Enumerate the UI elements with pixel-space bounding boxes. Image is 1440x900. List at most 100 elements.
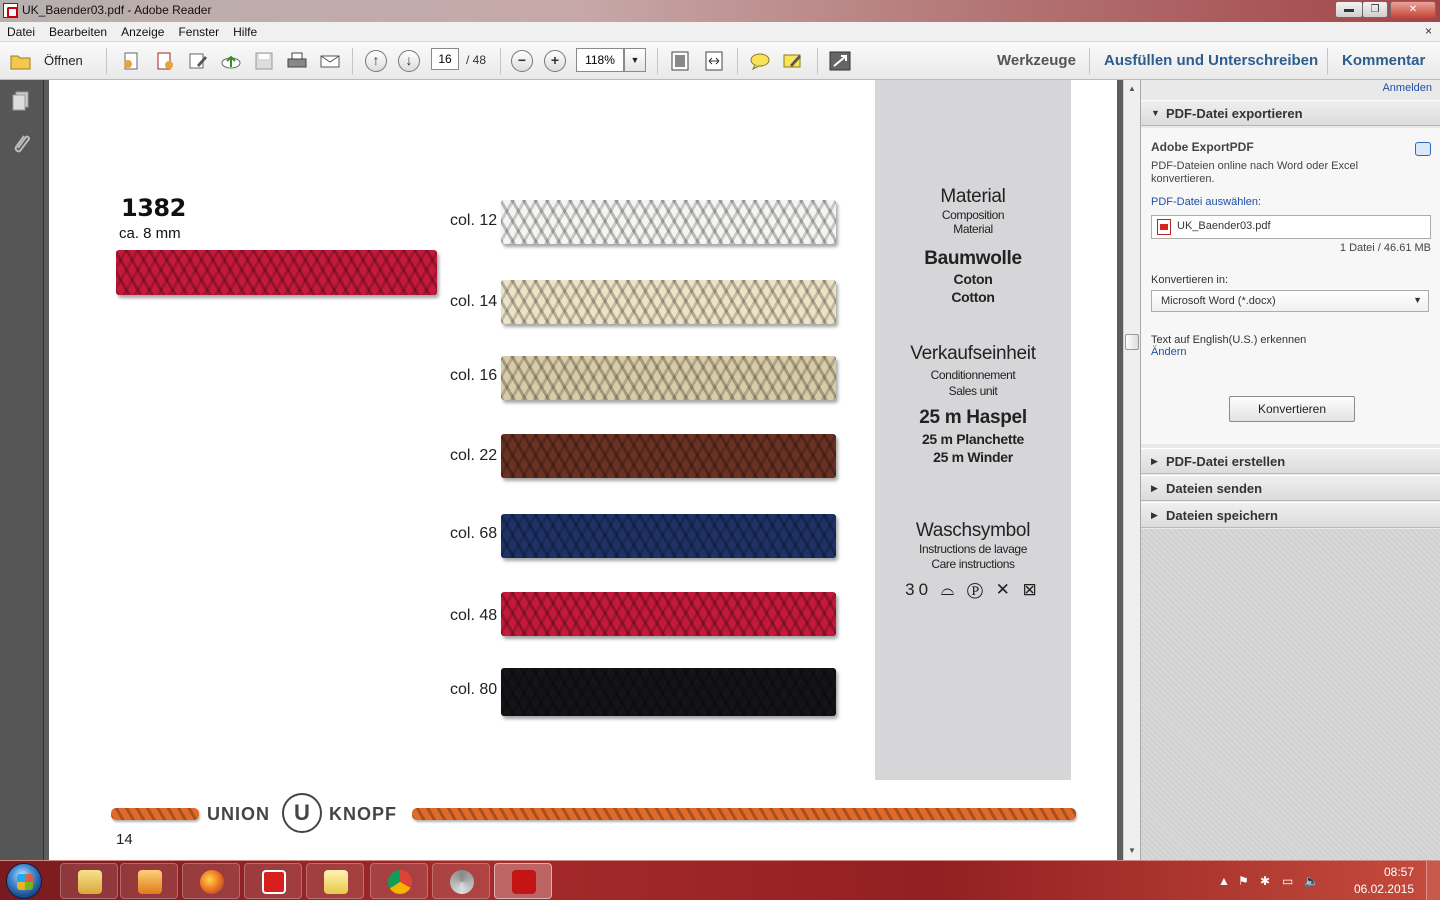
cord-sample-col-16: [501, 356, 836, 400]
adobe-reader-icon: [3, 3, 18, 18]
attachments-paperclip-icon[interactable]: [10, 132, 32, 156]
combine-files-icon[interactable]: [154, 51, 176, 71]
selected-file-box[interactable]: UK_Baender03.pdf: [1151, 215, 1431, 239]
scroll-up-arrow-icon[interactable]: ▲: [1128, 84, 1136, 93]
convert-to-label: Konvertieren in:: [1151, 274, 1229, 286]
save-files-section-header[interactable]: ▶ Dateien speichern: [1141, 502, 1440, 528]
close-button[interactable]: ✕: [1390, 1, 1436, 18]
wash-symbol-subtitle-fr: Instructions de lavage: [919, 542, 1027, 556]
taskbar-media-player[interactable]: [120, 863, 178, 899]
cord-sample-col-48: [501, 592, 836, 636]
fullscreen-icon[interactable]: [829, 51, 851, 71]
cord-sample-col-12: [501, 200, 836, 244]
menu-anzeige[interactable]: Anzeige: [114, 22, 171, 39]
send-files-section-title: Dateien senden: [1166, 481, 1263, 496]
upload-cloud-icon[interactable]: [220, 51, 242, 71]
swirl-app-icon: [450, 870, 474, 894]
taskbar-chrome[interactable]: [370, 863, 428, 899]
network-icon[interactable]: ▭: [1282, 874, 1293, 888]
create-pdf-icon[interactable]: [120, 51, 142, 71]
maximize-button[interactable]: ❐: [1362, 1, 1388, 18]
taskbar-explorer[interactable]: [60, 863, 118, 899]
product-size: ca. 8 mm: [119, 225, 181, 242]
edit-document-icon[interactable]: [187, 51, 209, 71]
toolbar-separator: [1089, 48, 1090, 74]
ocr-language-text: Text auf English(U.S.) erkennen: [1151, 334, 1307, 346]
taskbar-adobe-reader[interactable]: [494, 863, 552, 899]
footer-cord-right: [412, 808, 1076, 820]
footer-cord-left: [111, 808, 199, 820]
sticky-note-icon: [324, 870, 348, 894]
send-files-section-header[interactable]: ▶ Dateien senden: [1141, 475, 1440, 501]
print-icon[interactable]: [286, 51, 308, 71]
pdf-page: 1382 ca. 8 mm col. 12 col. 14 col. 16 co…: [49, 80, 1117, 860]
zoom-input[interactable]: [576, 48, 624, 72]
action-center-flag-icon[interactable]: ⚑: [1238, 874, 1249, 888]
cord-sample-col-80: [501, 668, 836, 716]
taskbar-app-swirl[interactable]: [432, 863, 490, 899]
export-pdf-section-header[interactable]: ▼ PDF-Datei exportieren: [1141, 100, 1440, 126]
brand-union: UNION: [207, 804, 270, 824]
taskbar-firefox[interactable]: [182, 863, 240, 899]
menu-hilfe[interactable]: Hilfe: [226, 22, 264, 39]
fill-sign-tab[interactable]: Ausfüllen und Unterschreiben: [1104, 52, 1318, 69]
open-button[interactable]: Öffnen: [44, 53, 83, 68]
minimize-button[interactable]: ▬: [1335, 1, 1363, 18]
material-value-en: Cotton: [951, 289, 995, 305]
change-language-link[interactable]: Ändern: [1151, 346, 1186, 358]
material-subtitle-en: Material: [953, 222, 993, 236]
zoom-out-button[interactable]: −: [511, 50, 533, 72]
volume-icon[interactable]: 🔈: [1304, 874, 1319, 888]
toolbar-separator: [737, 48, 738, 74]
cord-sample-col-14: [501, 280, 836, 324]
clock-time[interactable]: 08:57: [1384, 865, 1414, 879]
create-pdf-section-header[interactable]: ▶ PDF-Datei erstellen: [1141, 448, 1440, 474]
toolbar-separator: [657, 48, 658, 74]
close-document-button[interactable]: ×: [1425, 24, 1432, 38]
document-scrollbar[interactable]: ▲ ▼: [1123, 80, 1140, 860]
firefox-icon: [200, 870, 224, 894]
color-label-12: col. 12: [450, 212, 498, 229]
email-icon[interactable]: [319, 51, 341, 71]
toolbar: Öffnen ↑ ↓ / 48 − + ▼ Werkzeuge Ausfülle…: [0, 42, 1440, 80]
start-button[interactable]: [6, 863, 42, 899]
fit-width-icon[interactable]: [703, 51, 725, 71]
open-folder-icon[interactable]: [10, 51, 32, 71]
page-number-input[interactable]: [431, 48, 459, 70]
previous-page-button[interactable]: ↑: [365, 50, 387, 72]
brand-logo: U: [282, 793, 322, 833]
file-explorer-icon: [78, 870, 102, 894]
clock-date[interactable]: 06.02.2015: [1354, 882, 1414, 896]
menu-bearbeiten[interactable]: Bearbeiten: [42, 22, 114, 39]
sales-unit-value-en: 25 m Winder: [933, 449, 1013, 465]
sales-unit-subtitle-en: Sales unit: [948, 384, 998, 398]
task-pane-empty-area: [1141, 529, 1440, 860]
comment-tab[interactable]: Kommentar: [1342, 52, 1425, 69]
next-page-button[interactable]: ↓: [398, 50, 420, 72]
fit-page-icon[interactable]: [669, 51, 691, 71]
scrollbar-thumb[interactable]: [1125, 334, 1139, 350]
show-hidden-icons-icon[interactable]: ▲: [1218, 874, 1230, 888]
toolbar-separator: [106, 48, 107, 74]
highlight-text-icon[interactable]: [782, 51, 804, 71]
convert-button[interactable]: Konvertieren: [1229, 396, 1355, 422]
save-icon[interactable]: [253, 51, 275, 71]
sign-in-link[interactable]: Anmelden: [1382, 82, 1432, 94]
bluetooth-icon[interactable]: ✱: [1260, 874, 1270, 888]
zoom-in-button[interactable]: +: [544, 50, 566, 72]
menu-datei[interactable]: Datei: [0, 22, 42, 39]
taskbar-app-f[interactable]: [244, 863, 302, 899]
select-pdf-file-label: PDF-Datei auswählen:: [1151, 196, 1262, 208]
comment-bubble-icon[interactable]: [749, 51, 771, 71]
taskbar-app-note[interactable]: [306, 863, 364, 899]
zoom-dropdown-button[interactable]: ▼: [624, 48, 646, 72]
printed-page-number: 14: [116, 831, 133, 848]
convert-format-select[interactable]: Microsoft Word (*.docx) ▼: [1151, 290, 1429, 312]
menu-fenster[interactable]: Fenster: [171, 22, 226, 39]
media-player-icon: [138, 870, 162, 894]
scroll-down-arrow-icon[interactable]: ▼: [1128, 846, 1136, 855]
page-thumbnails-icon[interactable]: [10, 90, 32, 112]
care-symbols-icon: 30 ⌓ Ⓟ ✕ ⊠: [905, 580, 1041, 599]
tools-tab[interactable]: Werkzeuge: [997, 52, 1076, 69]
show-desktop-button[interactable]: [1426, 861, 1440, 900]
